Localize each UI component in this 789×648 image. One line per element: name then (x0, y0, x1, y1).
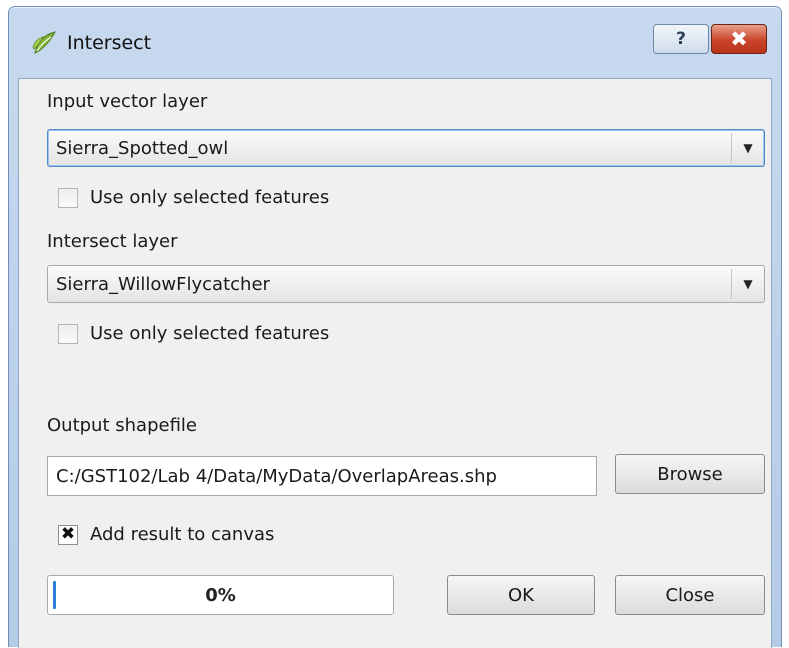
qgis-icon (32, 31, 57, 54)
ok-button[interactable]: OK (447, 575, 595, 615)
dialog-body: Input vector layer Sierra_Spotted_owl ▼ … (18, 78, 772, 648)
title-bar[interactable]: Intersect ? ✖ (9, 7, 781, 79)
intersect-layer-value: Sierra_WillowFlycatcher (56, 274, 270, 295)
input-selected-only-label: Use only selected features (90, 187, 330, 208)
progress-bar: 0% (47, 575, 394, 615)
checkbox-box[interactable] (58, 323, 78, 344)
input-layer-label: Input vector layer (47, 91, 208, 112)
output-shapefile-label: Output shapefile (47, 415, 197, 436)
intersect-selected-only-label: Use only selected features (90, 323, 330, 344)
browse-button[interactable]: Browse (615, 454, 765, 494)
close-icon: ✖ (730, 27, 748, 51)
intersect-layer-label: Intersect layer (47, 231, 178, 252)
close-button[interactable]: Close (615, 575, 765, 615)
chevron-down-icon[interactable]: ▼ (732, 130, 764, 166)
close-window-button[interactable]: ✖ (711, 24, 767, 54)
checkmark-icon[interactable]: ✖ (58, 524, 78, 545)
output-path-field[interactable] (47, 456, 597, 496)
input-layer-value: Sierra_Spotted_owl (56, 138, 229, 159)
input-selected-only-checkbox[interactable]: Use only selected features (58, 187, 329, 208)
dialog-title: Intersect (67, 32, 152, 54)
intersect-dialog: Intersect ? ✖ Input vector layer Sierra_… (8, 6, 782, 648)
checkbox-box[interactable] (58, 187, 78, 208)
input-layer-combo[interactable]: Sierra_Spotted_owl ▼ (47, 129, 765, 167)
add-to-canvas-checkbox[interactable]: ✖ Add result to canvas (58, 524, 274, 545)
add-to-canvas-label: Add result to canvas (90, 524, 275, 545)
help-icon: ? (676, 29, 686, 49)
chevron-down-icon[interactable]: ▼ (732, 266, 764, 302)
progress-text: 0% (205, 585, 236, 606)
intersect-layer-combo[interactable]: Sierra_WillowFlycatcher ▼ (47, 265, 765, 303)
intersect-selected-only-checkbox[interactable]: Use only selected features (58, 323, 329, 344)
help-button[interactable]: ? (653, 24, 709, 54)
